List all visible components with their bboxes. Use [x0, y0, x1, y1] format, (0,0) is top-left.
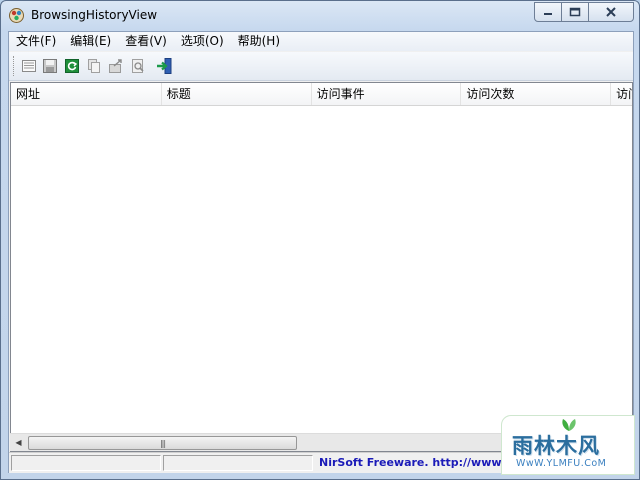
menu-options[interactable]: 选项(O)	[174, 32, 231, 51]
status-pane-count	[11, 455, 161, 471]
exit-icon	[157, 58, 172, 74]
nirsoft-link[interactable]: NirSoft Freeware. http://www.nirs	[319, 456, 529, 469]
maximize-button[interactable]	[561, 2, 589, 22]
toolbar-grip[interactable]	[13, 56, 16, 76]
window-title: BrowsingHistoryView	[31, 8, 158, 22]
exit-button[interactable]	[155, 56, 175, 76]
column-header-title[interactable]: 标题	[162, 83, 312, 105]
refresh-button[interactable]	[62, 56, 82, 76]
scrollbar-thumb[interactable]: |||	[28, 436, 297, 450]
column-header-visit-count[interactable]: 访问次数	[461, 83, 612, 105]
watermark-url: WwW.YLMFU.CoM	[516, 458, 607, 469]
menu-edit[interactable]: 编辑(E)	[63, 32, 118, 51]
caption-buttons	[534, 2, 634, 22]
export-button[interactable]	[106, 56, 126, 76]
scroll-left-button[interactable]: ◀	[10, 434, 27, 451]
minimize-icon	[544, 13, 552, 15]
toolbar	[9, 52, 633, 81]
save-button[interactable]	[40, 56, 60, 76]
list-header: 网址 标题 访问事件 访问次数 访问	[11, 83, 632, 106]
status-pane-selected	[163, 455, 313, 471]
minimize-button[interactable]	[534, 2, 562, 22]
client-area: 文件(F) 编辑(E) 查看(V) 选项(O) 帮助(H) 网址 标题 访问事件…	[8, 31, 634, 473]
close-button[interactable]	[588, 2, 634, 22]
export-icon	[109, 59, 122, 73]
save-icon	[43, 59, 57, 73]
close-icon	[606, 7, 616, 17]
column-header-visit-time[interactable]: 访问事件	[312, 83, 462, 105]
arrow-left-icon: ◀	[15, 438, 22, 447]
copy-icon	[88, 59, 100, 73]
watermark-title: 雨林木风	[512, 433, 600, 458]
properties-button[interactable]	[19, 56, 39, 76]
refresh-icon	[65, 59, 79, 73]
properties-icon	[22, 60, 36, 72]
history-list[interactable]: 网址 标题 访问事件 访问次数 访问	[10, 82, 633, 452]
menu-help[interactable]: 帮助(H)	[231, 32, 287, 51]
copy-button[interactable]	[84, 56, 104, 76]
menu-bar: 文件(F) 编辑(E) 查看(V) 选项(O) 帮助(H)	[9, 32, 633, 51]
menu-view[interactable]: 查看(V)	[118, 32, 174, 51]
column-header-visited-from[interactable]: 访问	[611, 83, 632, 105]
app-window: BrowsingHistoryView 文件(F) 编辑(E) 查看(V) 选项…	[0, 0, 640, 480]
menu-file[interactable]: 文件(F)	[9, 32, 63, 51]
maximize-icon	[569, 7, 581, 17]
find-icon	[132, 59, 144, 73]
find-button[interactable]	[128, 56, 148, 76]
column-header-url[interactable]: 网址	[11, 83, 162, 105]
title-bar[interactable]: BrowsingHistoryView	[1, 1, 639, 31]
watermark-logo: 雨林木风 WwW.YLMFU.CoM	[501, 415, 635, 475]
grip-icon: |||	[159, 438, 166, 448]
app-icon	[9, 8, 24, 23]
